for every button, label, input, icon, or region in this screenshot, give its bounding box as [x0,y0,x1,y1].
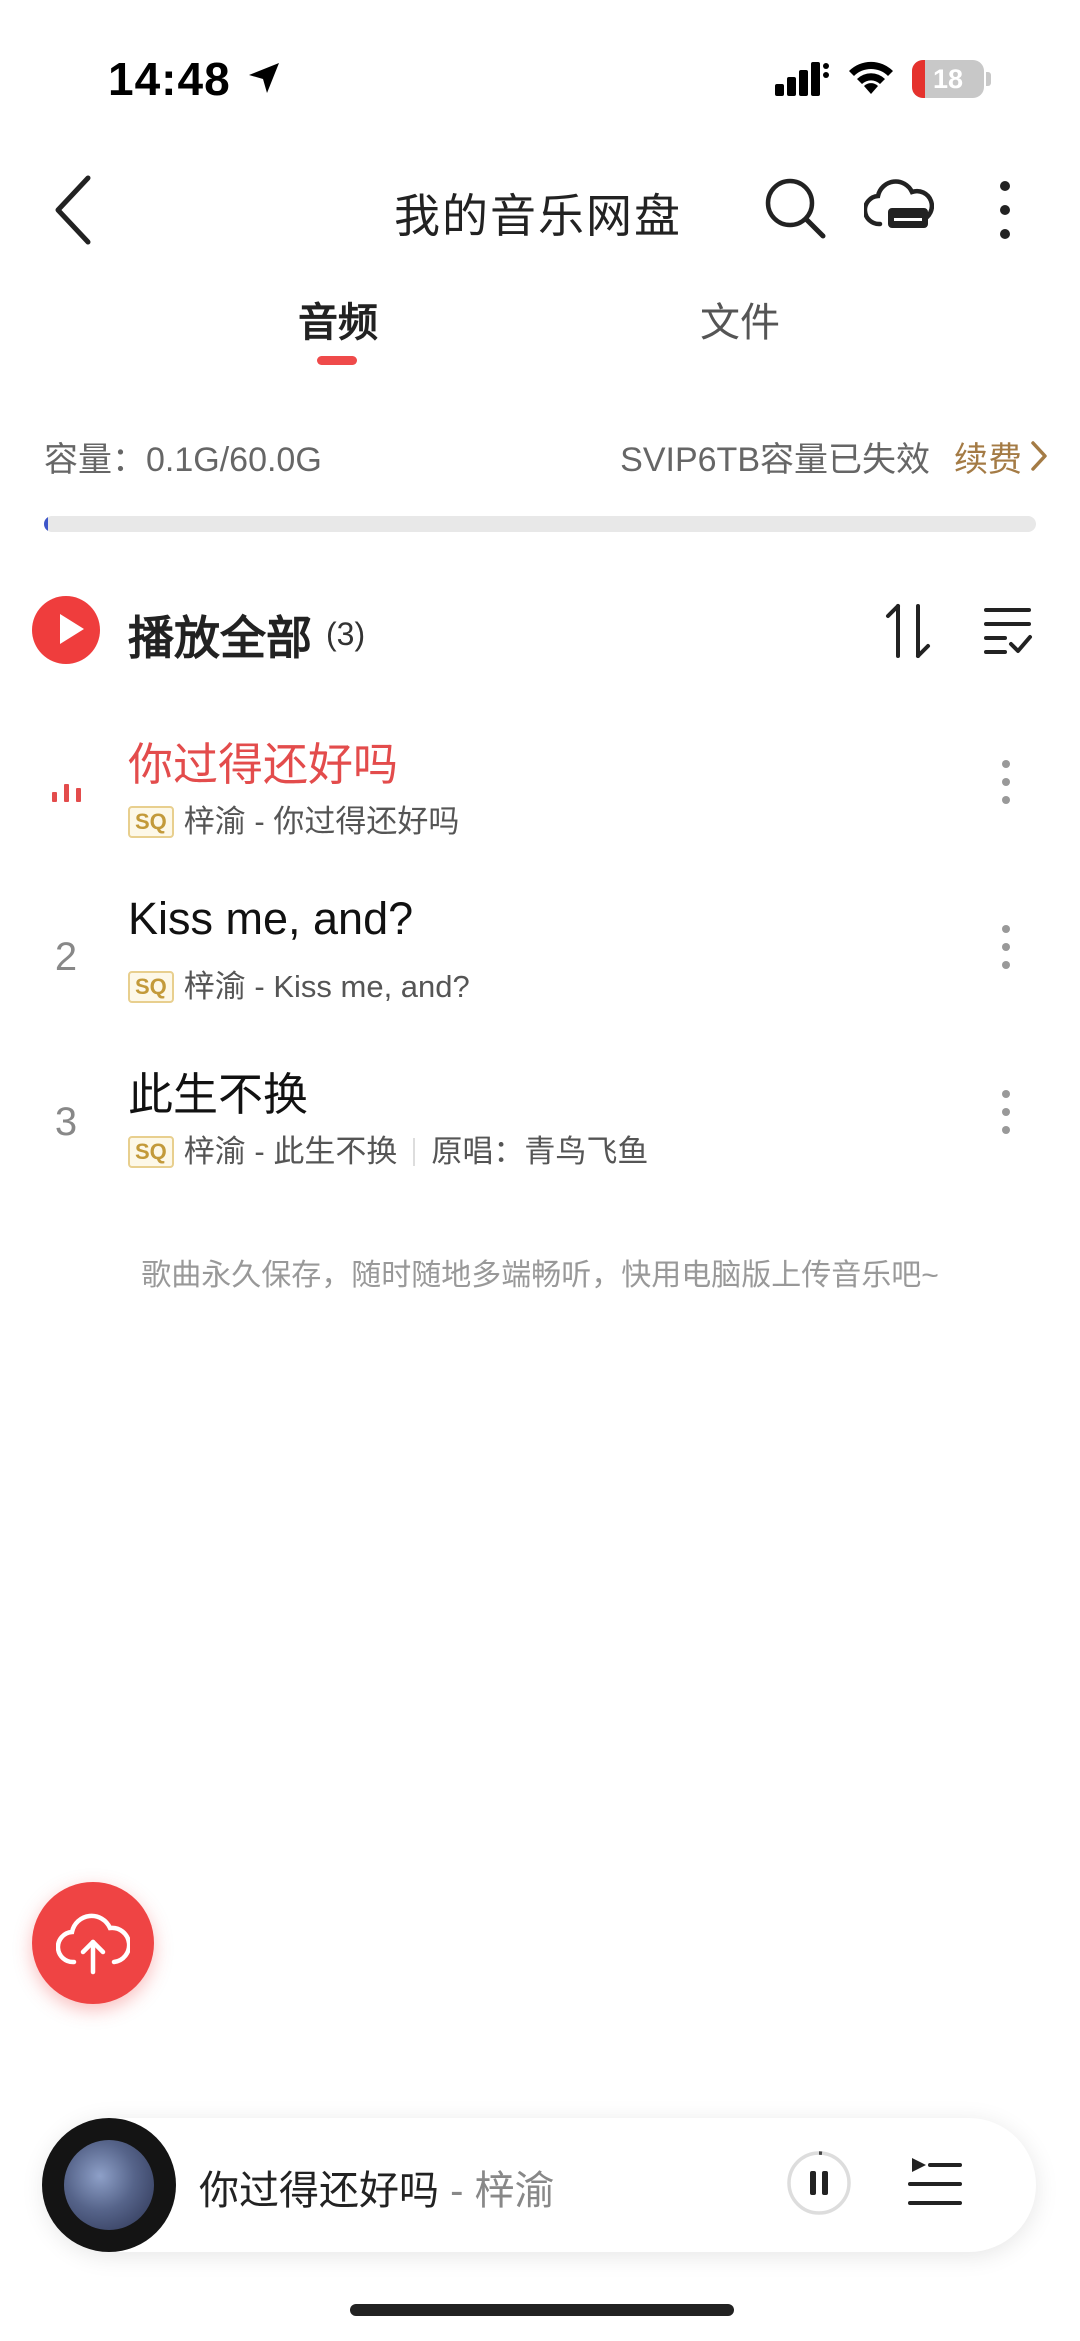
svip-expired-notice: SVIP6TB容量已失效 [620,441,930,479]
song-index: 2 [54,935,78,979]
song-artist-album: 梓渝 - Kiss me, and? [183,969,470,1004]
capacity-progress-fill [44,516,48,532]
song-title: 此生不换 [128,1069,309,1120]
pause-icon[interactable] [786,2150,852,2216]
song-title: Kiss me, and? [128,893,414,944]
search-icon[interactable] [763,176,827,240]
song-index: 3 [54,1100,78,1144]
song-subtitle: SQ 梓渝 - 你过得还好吗 [128,796,459,841]
header: 我的音乐网盘 [0,150,1080,270]
song-row[interactable]: 2 Kiss me, and? SQ 梓渝 - Kiss me, and? [0,885,1080,1045]
cloud-drive-icon[interactable] [864,178,934,238]
upload-tip: 歌曲永久保存，随时随地多端畅听，快用电脑版上传音乐吧~ [141,1259,939,1292]
more-vertical-icon[interactable] [990,178,1020,242]
capacity-progress-bar [44,516,1036,532]
album-disc[interactable] [42,2118,176,2252]
cellular-signal-icon [775,62,829,96]
active-tab-indicator [317,356,357,365]
more-vertical-icon[interactable] [996,1090,1016,1146]
song-row[interactable]: 3 此生不换 SQ 梓渝 - 此生不换 原唱：青鸟飞鱼 [0,1050,1080,1210]
song-subtitle: SQ 梓渝 - 此生不换 原唱：青鸟飞鱼 [128,1126,648,1171]
now-playing-equalizer-icon [52,784,81,802]
song-row[interactable]: 你过得还好吗 SQ 梓渝 - 你过得还好吗 [0,720,1080,880]
divider [413,1138,416,1166]
battery-level: 18 [932,64,964,94]
mini-player[interactable]: 你过得还好吗 - 梓渝 [42,2118,1036,2252]
capacity-section: 容量：0.1G/60.0G SVIP6TB容量已失效 续费 [0,432,1080,542]
play-all-label[interactable]: 播放全部 [128,602,312,668]
battery-indicator: 18 [912,60,991,98]
tab-file[interactable]: 文件 [700,290,780,348]
status-time: 14:48 [108,53,231,105]
tab-bar: 音频 文件 [0,290,1080,380]
playlist-icon[interactable] [906,2154,964,2212]
location-arrow-icon [249,63,279,93]
play-all-row: 播放全部 (3) [0,590,1080,670]
mini-player-track: 你过得还好吗 - 梓渝 [199,2158,555,2216]
cloud-upload-icon [56,1913,130,1975]
sq-quality-badge: SQ [128,971,174,1003]
mini-player-title: 你过得还好吗 [199,2169,439,2213]
multi-select-icon[interactable] [983,604,1033,656]
renew-link[interactable]: 续费 [954,432,1022,481]
song-subtitle: SQ 梓渝 - Kiss me, and? [128,961,470,1006]
chevron-right-icon[interactable] [1028,438,1050,474]
album-cover [64,2140,154,2230]
song-title: 你过得还好吗 [128,739,399,790]
more-vertical-icon[interactable] [996,760,1016,816]
mini-player-artist: - 梓渝 [439,2169,555,2213]
play-icon [60,614,84,644]
sq-quality-badge: SQ [128,1136,174,1168]
song-artist-album: 梓渝 - 你过得还好吗 [183,804,460,839]
tab-audio[interactable]: 音频 [298,290,378,348]
home-indicator [350,2304,734,2316]
wifi-icon [849,61,893,94]
upload-button[interactable] [32,1882,154,2004]
sort-icon[interactable] [884,602,934,660]
sq-quality-badge: SQ [128,806,174,838]
capacity-usage: 容量：0.1G/60.0G [44,441,322,479]
song-artist-album: 梓渝 - 此生不换 [183,1134,398,1169]
status-bar: 14:48 18 [0,0,1080,150]
original-singer: 原唱：青鸟飞鱼 [431,1134,649,1169]
song-count: (3) [326,616,366,652]
more-vertical-icon[interactable] [996,925,1016,981]
